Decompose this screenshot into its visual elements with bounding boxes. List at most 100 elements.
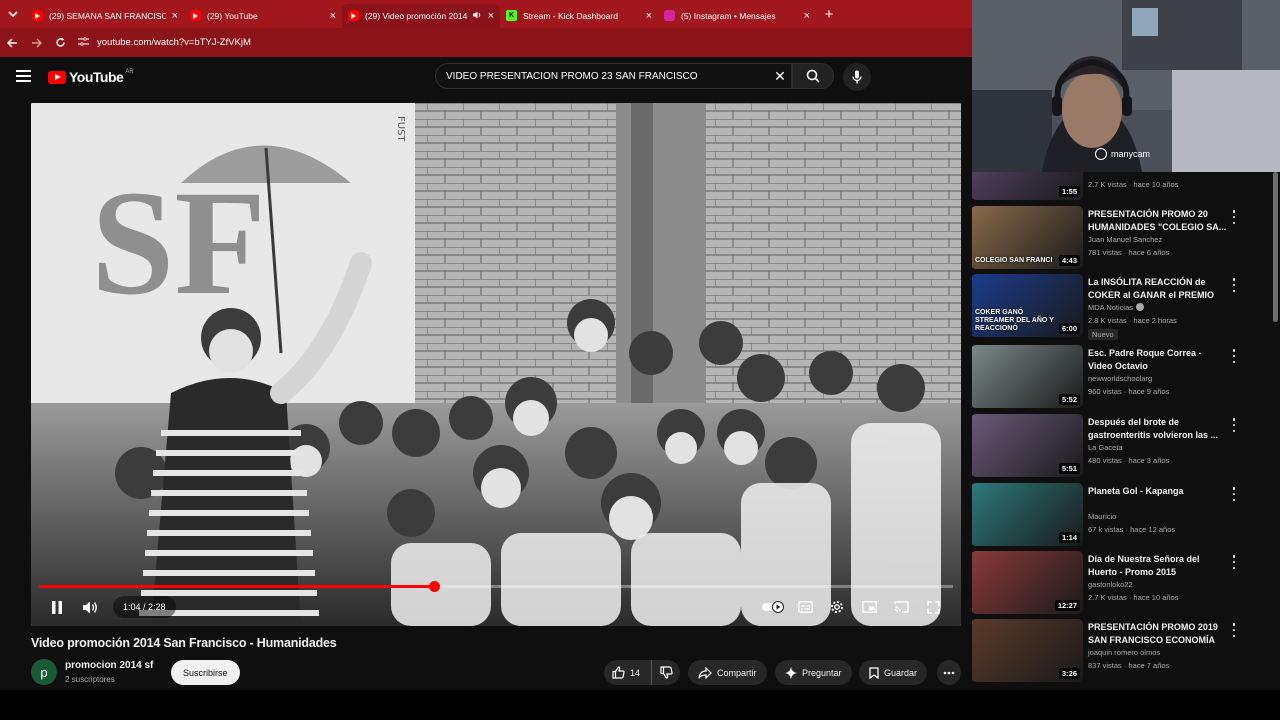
recommended-video[interactable]: COLEGIO SAN FRANCI 4:43 PRESENTACIÓN PROMO… <box>972 206 1271 272</box>
video-thumbnail[interactable]: 5:51 <box>972 414 1083 477</box>
video-player[interactable]: SF FUST 1:04 / 2:28 <box>31 103 961 626</box>
search-icon <box>806 69 820 83</box>
recommended-video[interactable]: 5:51 Después del brote de gastroenteritis… <box>972 414 1271 480</box>
browser-tab[interactable]: K Stream - Kick Dashboard × <box>500 4 658 28</box>
save-label: Guardar <box>884 667 918 678</box>
more-vertical-icon[interactable] <box>1230 623 1238 637</box>
recommended-channel[interactable]: Mauricio <box>1088 512 1116 521</box>
youtube-logo[interactable]: YouTube AR <box>48 69 134 85</box>
video-thumbnail[interactable]: 1:14 <box>972 483 1083 546</box>
recommended-video-title[interactable]: Esc. Padre Roque Correa - Video Octavio <box>1088 347 1228 373</box>
more-vertical-icon[interactable] <box>1230 555 1238 569</box>
screen: (29) SEMANA SAN FRANCISCO × (29) YouTube ×(… <box>0 0 1280 720</box>
tab-audio-icon[interactable] <box>472 11 482 21</box>
tab-close-icon[interactable]: × <box>172 10 178 22</box>
recommended-video-title[interactable]: PRESENTACIÓN PROMO 20 HUMANIDADES "COLEG… <box>1088 208 1228 234</box>
recommended-channel[interactable]: gastonloko22 <box>1088 580 1133 589</box>
autoplay-toggle[interactable] <box>759 593 787 621</box>
more-vertical-icon[interactable] <box>1230 210 1238 224</box>
recommended-video[interactable]: 1:55 2.7 K vistas · hace 10 años <box>972 172 1271 203</box>
share-button[interactable]: Compartir <box>688 660 767 685</box>
browser-tab[interactable]: (29) SEMANA SAN FRANCISCO × <box>26 4 184 28</box>
cast-button[interactable] <box>887 593 915 621</box>
more-actions-button[interactable] <box>937 660 961 685</box>
recommended-video[interactable]: 12:27 Día de Nuestra Señora del Huerto - … <box>972 551 1271 617</box>
recommended-channel[interactable]: MDA Noticias <box>1088 303 1145 312</box>
subtitles-button[interactable] <box>791 593 819 621</box>
tab-close-icon[interactable]: × <box>646 10 652 22</box>
tab-close-icon[interactable]: × <box>488 10 494 22</box>
browser-tab[interactable]: (5) Instagram • Mensajes × <box>658 4 816 28</box>
verified-icon <box>1136 303 1145 311</box>
video-thumbnail[interactable]: COLEGIO SAN FRANCI 4:43 <box>972 206 1083 269</box>
channel-name-text: Mauricio <box>1088 512 1117 521</box>
recommended-channel[interactable]: Juan Manuel Sanchez <box>1088 235 1162 244</box>
ask-button[interactable]: Preguntar <box>775 660 852 685</box>
fullscreen-button[interactable] <box>919 593 947 621</box>
recommended-video-title[interactable]: Día de Nuestra Señora del Huerto - Promo… <box>1088 553 1228 579</box>
more-vertical-icon[interactable] <box>1230 278 1238 292</box>
video-thumbnail[interactable]: 3:26 <box>972 619 1083 682</box>
recommended-video[interactable]: 5:52 Esc. Padre Roque Correa - Video Octa… <box>972 345 1271 411</box>
search-button[interactable] <box>792 63 834 89</box>
video-thumbnail[interactable]: 1:55 <box>972 172 1083 200</box>
more-vertical-icon[interactable] <box>1230 418 1238 432</box>
recommended-video-title[interactable]: Después del brote de gastroenteritis vol… <box>1088 416 1228 442</box>
tab-close-icon[interactable]: × <box>330 10 336 22</box>
pause-button[interactable] <box>43 593 71 621</box>
menu-icon[interactable] <box>16 70 31 82</box>
volume-button[interactable] <box>77 593 105 621</box>
recommended-channel[interactable]: newworldschoolarg <box>1088 374 1152 383</box>
tab-title: (29) Video promoción 2014 <box>365 10 468 21</box>
dislike-button[interactable] <box>652 666 680 679</box>
subscribe-button[interactable]: Suscribirse <box>171 660 240 685</box>
svg-text:SF: SF <box>91 160 266 326</box>
youtube-icon <box>348 10 359 21</box>
channel-avatar[interactable]: p <box>31 659 57 685</box>
miniplayer-button[interactable] <box>855 593 883 621</box>
more-vertical-icon[interactable] <box>1230 349 1238 363</box>
recommended-channel[interactable]: joaquin romero olmos <box>1088 648 1160 657</box>
channel-name[interactable]: promocion 2014 sf <box>65 660 153 671</box>
recommended-video[interactable]: 3:26 PRESENTACIÓN PROMO 2019 SAN FRANCISC… <box>972 619 1271 685</box>
video-thumbnail[interactable]: 12:27 <box>972 551 1083 614</box>
more-vertical-icon[interactable] <box>1230 487 1238 501</box>
settings-button[interactable] <box>823 593 851 621</box>
recommended-meta: 2.7 K vistas · hace 10 años <box>1088 593 1179 602</box>
address-bar[interactable]: youtube.com/watch?v=bTYJ-ZfVKjM <box>78 32 251 54</box>
video-title: Video promoción 2014 San Francisco - Hum… <box>31 636 337 650</box>
svg-text:FUST: FUST <box>395 116 406 142</box>
recommended-video-title[interactable]: PRESENTACIÓN PROMO 2019 SAN FRANCISCO EC… <box>1088 621 1228 647</box>
tab-search-chevron-icon[interactable] <box>0 0 26 28</box>
recommended-video-title[interactable]: La INSÓLITA REACCIÓN de COKER al GANAR e… <box>1088 276 1228 302</box>
site-info-icon[interactable] <box>78 36 89 49</box>
tab-close-icon[interactable]: × <box>804 10 810 22</box>
video-duration: 12:27 <box>1054 600 1080 611</box>
youtube-header: YouTube AR VIDEO PRESENTACION PROMO 23 S… <box>0 57 972 97</box>
browser-tab[interactable]: (29) Video promoción 2014 × <box>342 3 500 28</box>
back-arrow-icon[interactable] <box>0 28 24 57</box>
browser-nav-bar: youtube.com/watch?v=bTYJ-ZfVKjM <box>0 28 972 57</box>
video-duration: 3:26 <box>1058 668 1080 679</box>
new-tab-button[interactable]: + <box>816 0 842 28</box>
clear-search-icon[interactable]: ✕ <box>769 68 791 85</box>
video-thumbnail[interactable]: COKER GANÓ STREAMER DEL AÑO Y REACCIONÓ 6… <box>972 274 1083 337</box>
reload-icon[interactable] <box>48 28 72 57</box>
recommended-meta: 480 vistas · hace 3 años <box>1088 456 1170 465</box>
voice-search-button[interactable] <box>843 63 871 91</box>
recommended-video[interactable]: 1:14 Planeta Gol - Kapanga Mauricio 67 k vi… <box>972 483 1271 549</box>
search-input[interactable]: VIDEO PRESENTACION PROMO 23 SAN FRANCISC… <box>435 63 792 89</box>
like-button[interactable]: 14 <box>604 660 652 685</box>
save-button[interactable]: Guardar <box>859 660 928 685</box>
tab-title: (29) SEMANA SAN FRANCISCO <box>49 10 166 21</box>
recommended-video-title[interactable]: Planeta Gol - Kapanga <box>1088 485 1228 498</box>
recommended-video[interactable]: COKER GANÓ STREAMER DEL AÑO Y REACCIONÓ 6… <box>972 274 1271 340</box>
scrollbar-thumb[interactable] <box>1273 172 1278 322</box>
recommended-channel[interactable]: La Gaceta <box>1088 443 1123 452</box>
sidebar-scrollbar[interactable] <box>1271 172 1280 690</box>
cast-icon <box>893 601 909 613</box>
video-thumbnail[interactable]: 5:52 <box>972 345 1083 408</box>
browser-tab[interactable]: (29) YouTube × <box>184 4 342 28</box>
forward-arrow-icon[interactable] <box>24 28 48 57</box>
bottom-strip <box>0 690 1280 720</box>
